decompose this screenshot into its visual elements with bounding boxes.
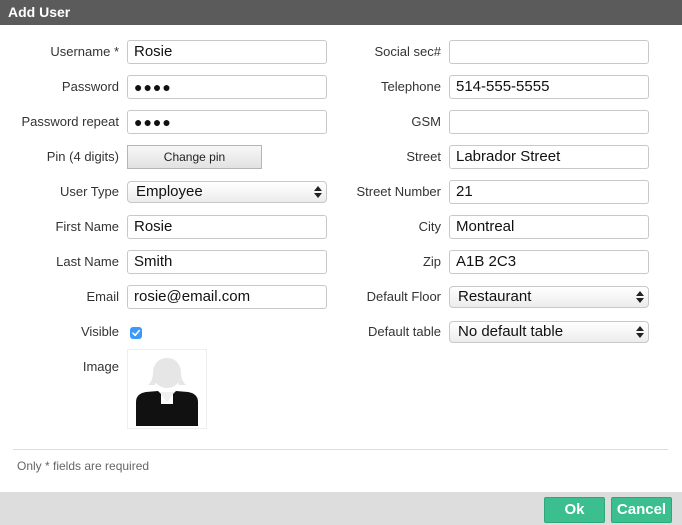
telephone-input[interactable]: 514-555-5555 xyxy=(449,75,649,99)
cancel-button[interactable]: Cancel xyxy=(611,497,672,523)
user-type-value: Employee xyxy=(136,183,203,200)
first-name-label: First Name xyxy=(55,219,119,234)
first-name-input[interactable]: Rosie xyxy=(127,215,327,239)
default-table-value: No default table xyxy=(458,323,564,340)
username-input[interactable]: Rosie xyxy=(127,40,327,64)
last-name-input[interactable]: Smith xyxy=(127,250,327,274)
select-arrows-icon xyxy=(636,324,644,340)
user-type-label: User Type xyxy=(59,184,119,199)
street-number-input[interactable]: 21 xyxy=(449,180,649,204)
zip-label: Zip xyxy=(422,254,441,269)
last-name-label: Last Name xyxy=(56,254,119,269)
default-floor-label: Default Floor xyxy=(366,289,441,304)
street-input[interactable]: Labrador Street xyxy=(449,145,649,169)
user-image[interactable] xyxy=(127,349,207,429)
social-sec-input[interactable] xyxy=(449,40,649,64)
city-label: City xyxy=(418,219,441,234)
email-label: Email xyxy=(86,289,119,304)
street-number-label: Street Number xyxy=(356,184,441,199)
select-arrows-icon xyxy=(636,289,644,305)
user-avatar-icon xyxy=(136,358,198,426)
password-label: Password xyxy=(61,79,119,94)
username-label: Username * xyxy=(50,44,119,59)
default-floor-select[interactable]: Restaurant xyxy=(449,286,649,308)
image-label: Image xyxy=(82,359,119,374)
email-input[interactable]: rosie@email.com xyxy=(127,285,327,309)
gsm-label: GSM xyxy=(411,114,441,129)
password-repeat-input[interactable]: ●●●● xyxy=(127,110,327,134)
checkmark-icon xyxy=(132,329,140,337)
social-sec-label: Social sec# xyxy=(374,44,441,59)
password-input[interactable]: ●●●● xyxy=(127,75,327,99)
city-input[interactable]: Montreal xyxy=(449,215,649,239)
ok-button[interactable]: Ok xyxy=(544,497,605,523)
required-fields-note: Only * fields are required xyxy=(17,459,150,473)
user-type-select[interactable]: Employee xyxy=(127,181,327,203)
street-label: Street xyxy=(406,149,441,164)
default-floor-value: Restaurant xyxy=(458,288,532,305)
divider xyxy=(13,449,668,450)
telephone-label: Telephone xyxy=(381,79,441,94)
dialog-title: Add User xyxy=(0,0,682,25)
default-table-select[interactable]: No default table xyxy=(449,321,649,343)
zip-input[interactable]: A1B 2C3 xyxy=(449,250,649,274)
select-arrows-icon xyxy=(314,184,322,200)
visible-label: Visible xyxy=(80,324,119,339)
change-pin-button[interactable]: Change pin xyxy=(127,145,262,169)
visible-checkbox[interactable] xyxy=(130,327,142,339)
gsm-input[interactable] xyxy=(449,110,649,134)
password-repeat-label: Password repeat xyxy=(21,114,119,129)
pin-label: Pin (4 digits) xyxy=(46,149,119,164)
default-table-label: Default table xyxy=(368,324,441,339)
